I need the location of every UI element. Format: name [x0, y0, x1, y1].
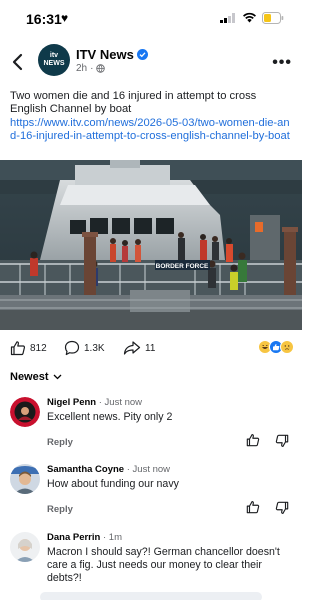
meta-separator: ·: [90, 63, 94, 74]
verified-badge-icon: [136, 49, 148, 60]
commenter-avatar[interactable]: [10, 532, 40, 562]
avatar-logo-line2: NEWS: [43, 60, 65, 67]
back-arrow-icon[interactable]: [10, 52, 26, 72]
sort-label: Newest: [10, 371, 49, 383]
more-options-icon[interactable]: •••: [272, 54, 292, 72]
commenter-avatar[interactable]: [10, 397, 40, 427]
page-name[interactable]: ITV News: [76, 47, 134, 62]
globe-icon: [96, 64, 106, 73]
reaction-emojis[interactable]: [258, 340, 294, 354]
commenter-name-row: Dana Perrin · 1m: [47, 532, 122, 543]
comment-dislike-icon[interactable]: [275, 434, 289, 448]
page-avatar[interactable]: itv NEWS: [38, 44, 70, 76]
engagement-bar: 812 1.3K 11: [0, 340, 302, 362]
boat-photo: BORDER FORCE: [0, 160, 302, 330]
post-header: itv NEWS ITV News 2h · •••: [0, 42, 302, 82]
comment-time: Just now: [104, 397, 143, 408]
cellular-signal-icon: [220, 13, 235, 23]
comment-text: How about funding our navy: [47, 478, 179, 490]
sad-reaction-icon: [280, 340, 294, 354]
post-body: Two women die and 16 injured in attempt …: [10, 90, 294, 143]
reply-button[interactable]: Reply: [47, 437, 73, 448]
status-time: 16:31: [26, 11, 62, 27]
page-name-row[interactable]: ITV News: [76, 47, 148, 62]
comment-time: 1m: [108, 532, 122, 543]
post-meta: 2h ·: [76, 63, 106, 74]
battery-icon: [262, 12, 284, 24]
comment-dislike-icon[interactable]: [275, 501, 289, 515]
reply-button[interactable]: Reply: [47, 504, 73, 515]
border-force-sign: BORDER FORCE: [156, 263, 209, 270]
wifi-icon: [243, 12, 256, 23]
comment-like-icon[interactable]: [246, 433, 260, 447]
thumbs-up-icon: [10, 341, 26, 356]
post-image[interactable]: BORDER FORCE: [0, 160, 302, 330]
bottom-input-bar[interactable]: [40, 592, 262, 600]
post-link[interactable]: https://www.itv.com/news/2026-05-03/two-…: [10, 117, 290, 142]
comment-time: Just now: [132, 464, 171, 475]
post-text: Two women die and 16 injured in attempt …: [10, 90, 257, 116]
avatar-logo-line1: itv: [49, 52, 59, 59]
share-arrow-icon: [123, 341, 141, 355]
comment-action[interactable]: 1.3K: [64, 340, 105, 356]
comment-text: Macron I should say?! German chancellor …: [47, 546, 280, 584]
commenter-avatar[interactable]: [10, 464, 40, 494]
status-bar: 16:31 ♥: [0, 0, 302, 40]
like-count: 812: [30, 342, 47, 354]
heart-icon: ♥: [61, 11, 69, 25]
chevron-down-icon: [53, 374, 61, 380]
comment-like-icon[interactable]: [246, 500, 260, 514]
commenter-name-row: Nigel Penn · Just now: [47, 397, 143, 408]
commenter-name[interactable]: Samantha Coyne: [47, 464, 124, 475]
commenter-name-row: Samantha Coyne · Just now: [47, 464, 171, 475]
share-count: 11: [145, 342, 156, 354]
post-age: 2h: [76, 63, 88, 74]
like-action[interactable]: 812: [10, 340, 47, 356]
comment-text: Excellent news. Pity only 2: [47, 411, 173, 423]
commenter-name[interactable]: Dana Perrin: [47, 532, 100, 543]
commenter-name[interactable]: Nigel Penn: [47, 397, 96, 408]
share-action[interactable]: 11: [123, 340, 155, 356]
comment-bubble-icon: [64, 340, 80, 356]
comment-sort-dropdown[interactable]: Newest: [10, 371, 62, 383]
comment-count: 1.3K: [84, 342, 105, 354]
